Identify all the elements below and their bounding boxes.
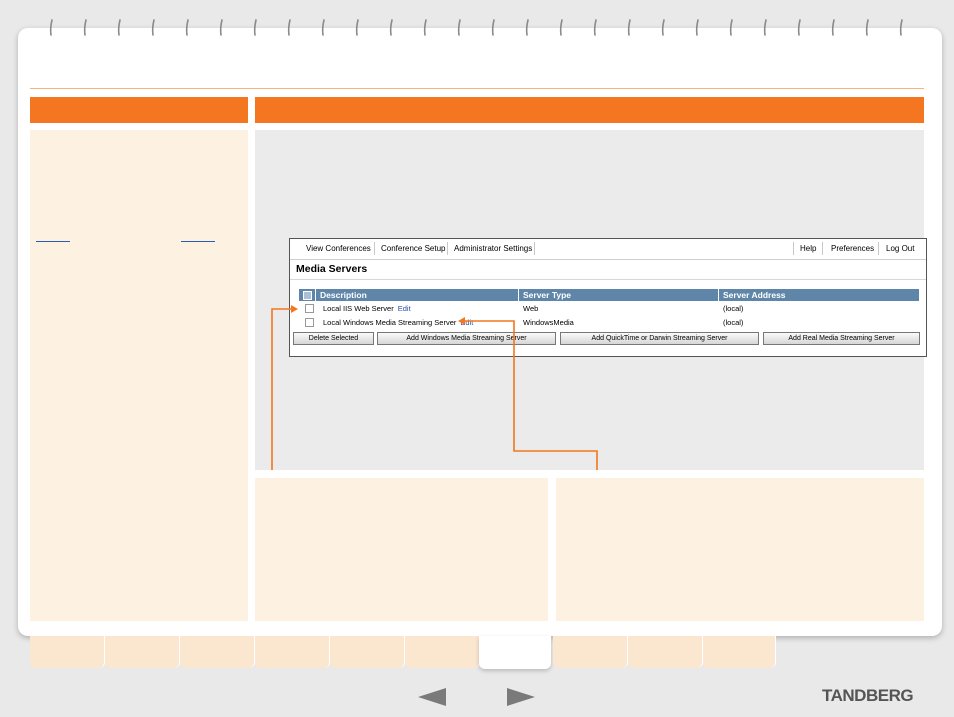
top-divider [30,88,924,89]
section-tab-6[interactable] [405,636,480,668]
column-header-description[interactable]: Description [320,290,367,300]
text-link-2[interactable] [181,232,215,242]
section-tab-9[interactable] [628,636,703,668]
section-tab-2[interactable] [105,636,180,668]
nav-separator [878,242,879,255]
section-tab-5[interactable] [330,636,405,668]
edit-link[interactable]: Edit [398,304,411,313]
binder-rings [49,19,903,36]
nav-separator [822,242,823,255]
column-divider [315,289,316,301]
previous-page-arrow-icon[interactable] [418,688,446,706]
left-column-header-bar [30,97,248,123]
nav-separator [447,242,448,255]
server-address: (local) [723,304,744,313]
column-divider [518,289,519,301]
column-divider [718,289,719,301]
media-servers-window: View Conferences Conference Setup Admini… [289,238,927,357]
callout-note-left [255,478,548,621]
row-checkbox[interactable] [305,304,314,313]
nav-log-out[interactable]: Log Out [886,244,914,253]
select-all-checkbox[interactable] [303,291,312,300]
title-divider [290,279,926,280]
column-header-server-type[interactable]: Server Type [523,290,571,300]
next-page-arrow-icon[interactable] [507,688,535,706]
nav-separator [534,242,535,255]
nav-help[interactable]: Help [800,244,816,253]
nav-separator [374,242,375,255]
callout-note-right [556,478,924,621]
add-windows-media-server-button[interactable]: Add Windows Media Streaming Server [377,332,556,345]
server-type: WindowsMedia [523,318,574,327]
section-tab-4[interactable] [255,636,330,668]
section-tab-10[interactable] [703,636,776,668]
tandberg-logo: TANDBERG [822,686,914,705]
table-row: Local IIS Web Server Edit Web (local) [299,302,919,315]
server-description: Local IIS Web Server [323,304,394,313]
edit-link[interactable]: Edit [460,318,473,327]
right-column-header-bar [255,97,924,123]
column-header-server-address[interactable]: Server Address [723,290,786,300]
section-tab-8[interactable] [553,636,628,668]
server-description-cell: Local Windows Media Streaming Server Edit [323,318,473,327]
nav-administrator-settings[interactable]: Administrator Settings [454,244,532,253]
table-header: Description Server Type Server Address [299,289,919,301]
text-link-1[interactable] [36,232,70,242]
row-checkbox[interactable] [305,318,314,327]
table-row: Local Windows Media Streaming Server Edit… [299,316,919,329]
server-description: Local Windows Media Streaming Server [323,318,457,327]
nav-view-conferences[interactable]: View Conferences [306,244,371,253]
delete-selected-button[interactable]: Delete Selected [293,332,374,345]
server-description-cell: Local IIS Web Server Edit [323,304,411,313]
nav-conference-setup[interactable]: Conference Setup [381,244,446,253]
section-tab-7-active[interactable] [479,636,551,669]
add-real-media-server-button[interactable]: Add Real Media Streaming Server [763,332,920,345]
section-tab-3[interactable] [180,636,255,668]
add-quicktime-server-button[interactable]: Add QuickTime or Darwin Streaming Server [560,332,759,345]
top-nav-bar: View Conferences Conference Setup Admini… [290,239,926,260]
left-text-panel [30,130,248,621]
page-title: Media Servers [296,263,368,275]
section-tab-1[interactable] [30,636,105,668]
server-address: (local) [723,318,744,327]
server-type: Web [523,304,539,313]
nav-preferences[interactable]: Preferences [831,244,874,253]
nav-separator [793,242,794,255]
